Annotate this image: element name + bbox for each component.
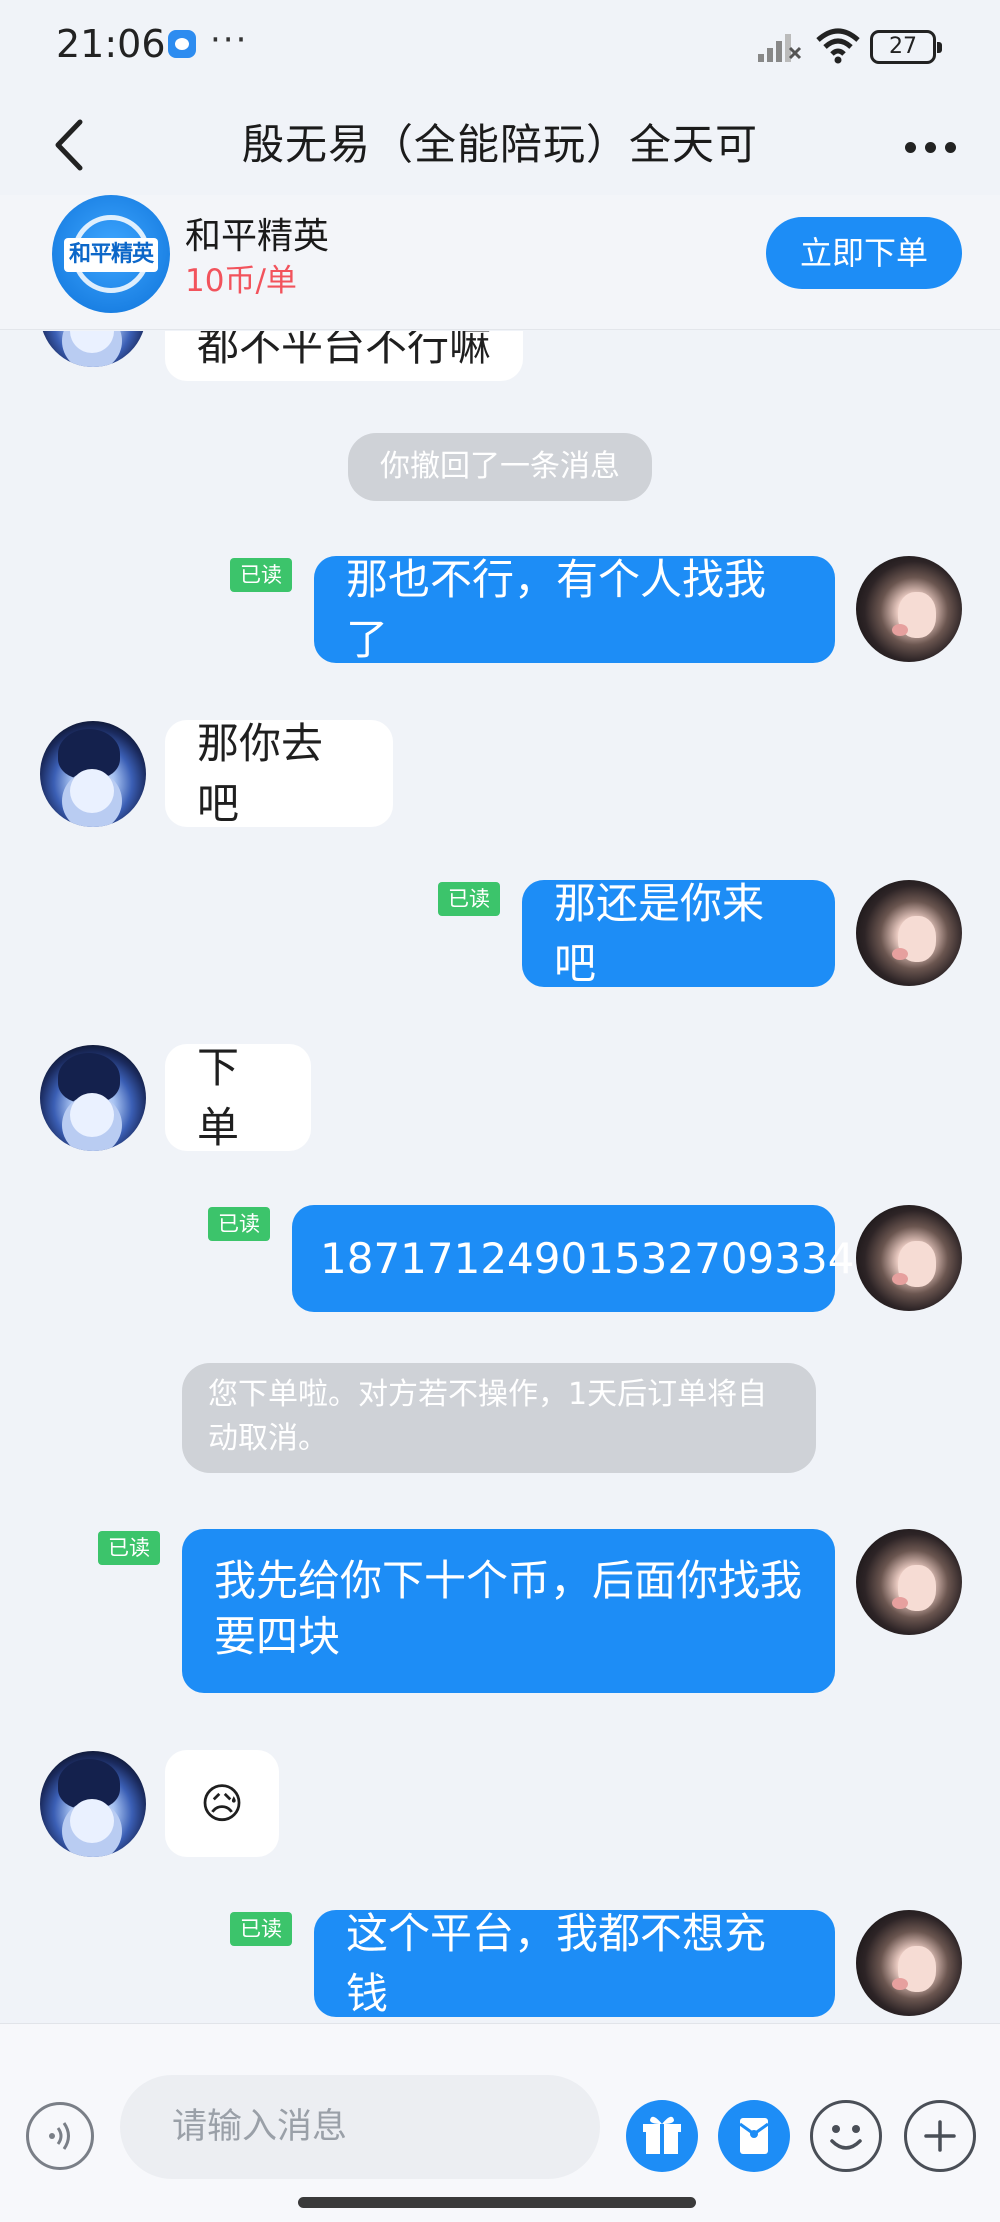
avatar-other[interactable] xyxy=(40,1751,146,1857)
plus-icon xyxy=(924,2120,956,2152)
avatar-me[interactable] xyxy=(856,1529,962,1635)
emoji-sad-icon: 😥 xyxy=(200,1778,244,1828)
message-text: 那你去吧 xyxy=(197,718,324,828)
red-packet-button[interactable] xyxy=(718,2100,790,2172)
qq-icon xyxy=(168,30,196,58)
message-bubble-out[interactable]: 18717124901532709334​ xyxy=(292,1205,854,1312)
signal-icon xyxy=(758,34,802,62)
read-badge: 已读 xyxy=(98,1531,160,1565)
chat-area[interactable]: 都不平台不行嘛 你撤回了一条消息 已读 那也不行，有个人找我了 那你去吧 已读 … xyxy=(0,331,1000,2023)
avatar-other[interactable] xyxy=(40,721,146,827)
voice-icon xyxy=(49,2122,70,2150)
message-text: 那还是你来吧 xyxy=(554,878,765,988)
message-text: 这个平台，我都不想充钱 xyxy=(346,1908,767,2018)
avatar-other[interactable] xyxy=(40,331,146,367)
order-now-button[interactable]: 立即下单 xyxy=(766,217,962,289)
battery-icon: 27 xyxy=(870,30,942,64)
message-bubble-in[interactable]: 😥 xyxy=(165,1750,279,1857)
gift-icon xyxy=(643,2116,681,2154)
system-message-recalled: 你撤回了一条消息 xyxy=(348,433,652,501)
message-bubble-out[interactable]: 那还是你来吧 xyxy=(522,879,835,988)
game-logo: 和平精英 xyxy=(52,195,170,313)
message-text: 都不平台不行嘛 xyxy=(197,331,492,370)
more-button[interactable] xyxy=(895,95,965,195)
message-bubble-out[interactable]: 我先给你下十个币，后面你找我要四块 xyxy=(182,1529,835,1693)
voice-button[interactable] xyxy=(26,2102,94,2170)
message-text: 我先给你下十个币，后面你找我要四块 xyxy=(214,1556,803,1661)
back-arrow-icon xyxy=(55,119,83,171)
read-badge: 已读 xyxy=(438,882,500,916)
read-badge: 已读 xyxy=(230,558,292,592)
message-input[interactable] xyxy=(120,2075,600,2179)
plus-button[interactable] xyxy=(904,2100,976,2172)
game-logo-text: 和平精英 xyxy=(64,238,158,272)
more-dots-icon xyxy=(905,142,916,153)
read-badge: 已读 xyxy=(230,1912,292,1946)
status-time: 21:06 xyxy=(56,22,166,66)
emoji-button[interactable] xyxy=(810,2100,882,2172)
message-bubble-in[interactable]: 那你去吧 xyxy=(165,719,393,828)
read-badge: 已读 xyxy=(208,1207,270,1241)
game-price: 10币/单 xyxy=(185,263,297,299)
page-title: 殷无易（全能陪玩）全天可 xyxy=(241,120,758,169)
avatar-me[interactable] xyxy=(856,1205,962,1311)
avatar-me[interactable] xyxy=(856,1910,962,2016)
title-bar: 殷无易（全能陪玩）全天可 xyxy=(0,95,1000,195)
wifi-icon xyxy=(816,28,860,64)
avatar-other[interactable] xyxy=(40,1045,146,1151)
message-bubble-in[interactable]: 下单 xyxy=(165,1043,311,1152)
avatar-me[interactable] xyxy=(856,880,962,986)
game-name: 和平精英 xyxy=(185,216,330,257)
message-bubble-in[interactable]: 都不平台不行嘛 xyxy=(165,331,524,381)
message-text: 下单 xyxy=(197,1042,240,1152)
game-card[interactable]: 和平精英 和平精英 10币/单 立即下单 xyxy=(0,195,1000,330)
message-bubble-out[interactable]: 这个平台，我都不想充钱 xyxy=(314,1909,835,2018)
red-packet-icon xyxy=(739,2118,769,2154)
home-indicator[interactable] xyxy=(298,2197,696,2208)
avatar-me[interactable] xyxy=(856,556,962,662)
status-overflow: ··· xyxy=(210,20,249,60)
emoji-icon xyxy=(830,2125,862,2150)
message-text: 18717124901532709334​ xyxy=(320,1233,855,1283)
message-text: 那也不行，有个人找我了 xyxy=(346,554,767,664)
back-button[interactable] xyxy=(46,95,106,195)
message-bubble-out[interactable]: 那也不行，有个人找我了 xyxy=(314,555,835,664)
system-message-order-notice: 您下单啦。对方若不操作，1天后订单将自动取消。 xyxy=(182,1363,816,1473)
status-bar: 21:06 ··· 27 xyxy=(0,0,1000,95)
input-bar xyxy=(0,2023,1000,2222)
gift-button[interactable] xyxy=(626,2100,698,2172)
